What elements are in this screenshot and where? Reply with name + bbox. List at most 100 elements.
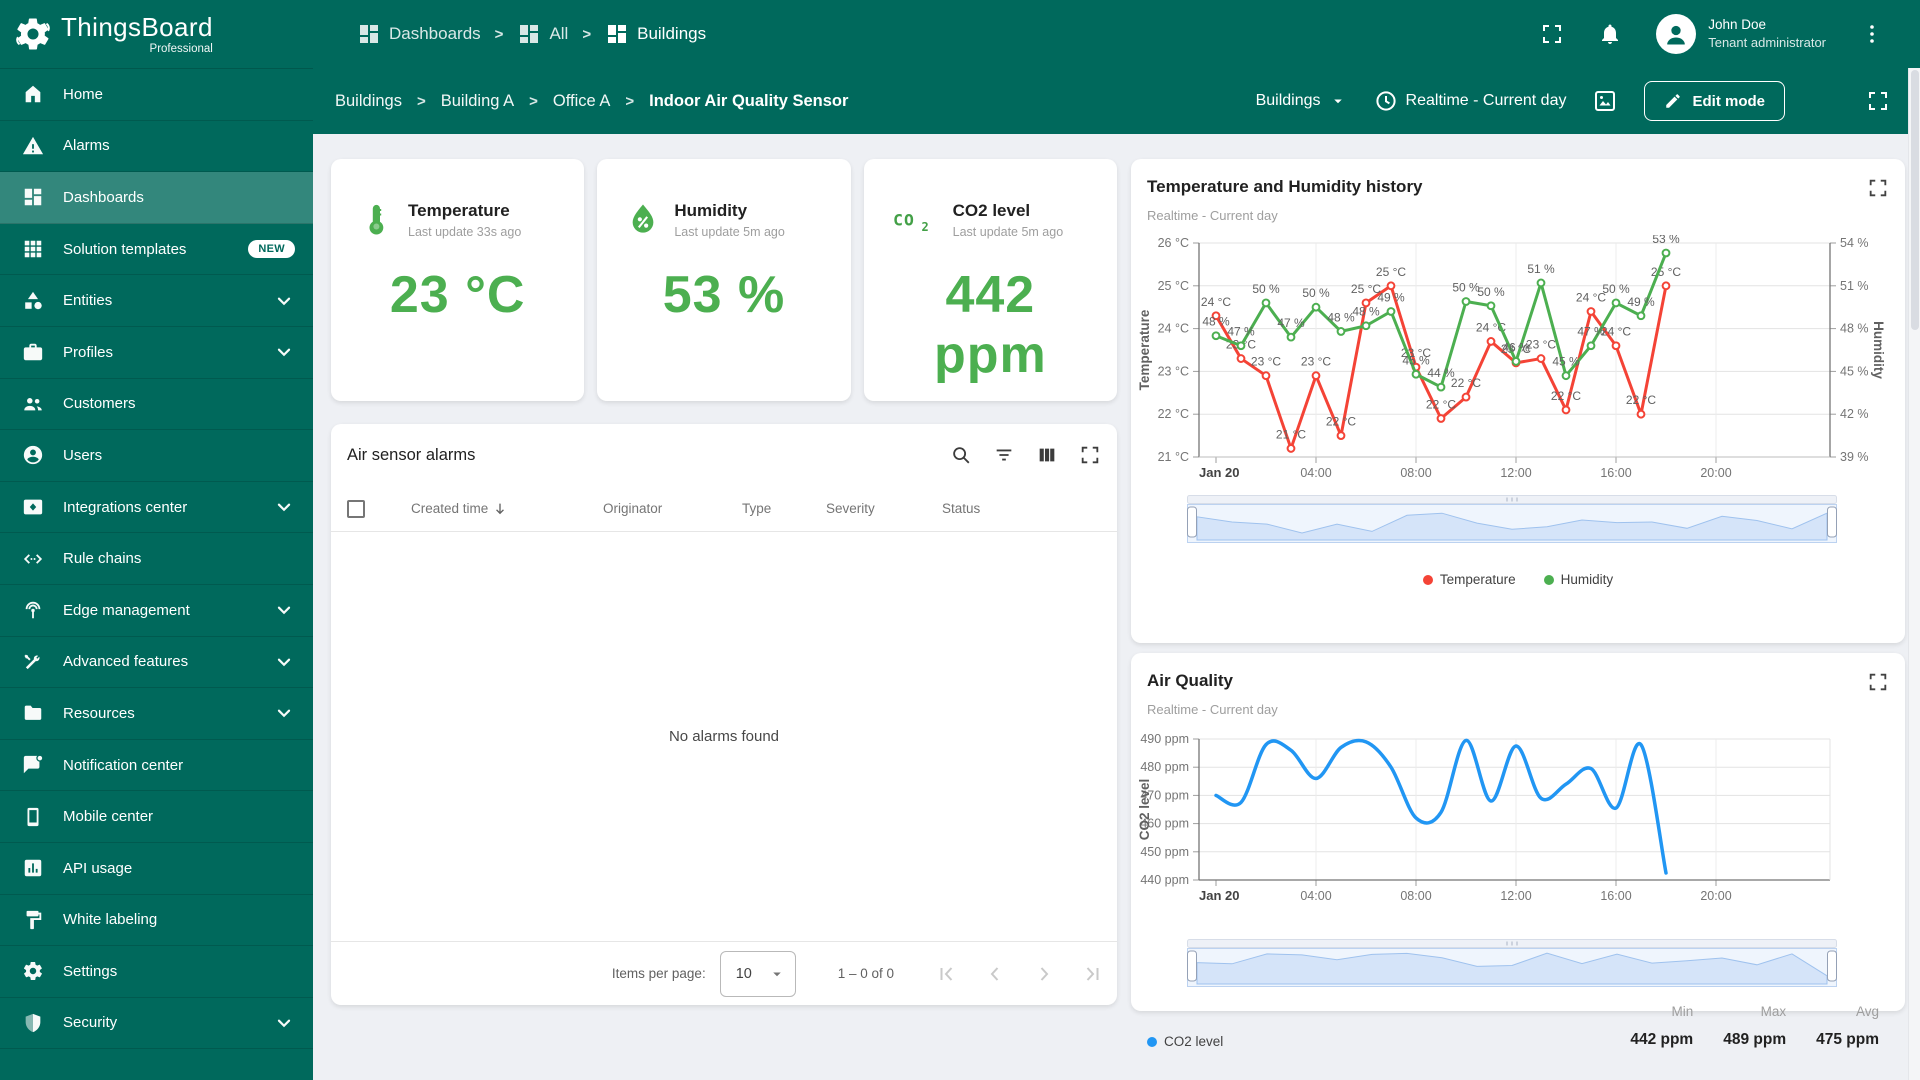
security-icon: [22, 1012, 44, 1034]
header-crumb-dashboards[interactable]: Dashboards: [357, 22, 481, 46]
columns-icon[interactable]: [1036, 444, 1058, 466]
svg-text:48 %: 48 %: [1352, 305, 1380, 319]
entity-dropdown[interactable]: Buildings: [1256, 92, 1347, 110]
svg-text:CO: CO: [893, 210, 915, 229]
history-chart-zoom-slider[interactable]: [1187, 495, 1905, 548]
sidebar-item-mobile-center[interactable]: Mobile center: [0, 791, 313, 843]
timewindow-button[interactable]: Realtime - Current day: [1374, 89, 1567, 113]
vertical-scrollbar[interactable]: [1908, 68, 1920, 1080]
sidebar-item-dashboards[interactable]: Dashboards: [0, 172, 313, 224]
sidebar-item-resources[interactable]: Resources: [0, 688, 313, 740]
sidebar-item-settings[interactable]: Settings: [0, 946, 313, 998]
sidebar-item-entities[interactable]: Entities: [0, 275, 313, 327]
column-header-status[interactable]: Status: [942, 501, 1117, 516]
alarm-icon: [22, 135, 44, 157]
scrollbar-thumb[interactable]: [1911, 70, 1919, 330]
metric-card-co2-level[interactable]: CO 2 CO2 level Last update 5m ago 442 ppm: [863, 159, 1117, 401]
sidebar-item-solution-templates[interactable]: Solution templates NEW: [0, 224, 313, 276]
mobile-center-icon: [22, 806, 44, 828]
history-chart-title: Temperature and Humidity history: [1147, 177, 1423, 196]
api-usage-icon: [22, 857, 44, 879]
fullscreen-icon[interactable]: [1866, 89, 1890, 113]
select-all-checkbox[interactable]: [347, 499, 365, 518]
first-page-icon[interactable]: [934, 962, 958, 986]
metric-card-humidity[interactable]: Humidity Last update 5m ago 53 %: [597, 159, 851, 401]
fullscreen-icon[interactable]: [1540, 22, 1564, 46]
sidebar-item-integrations-center[interactable]: Integrations center: [0, 482, 313, 534]
sidebar-item-edge-management[interactable]: Edge management: [0, 585, 313, 637]
download-icon[interactable]: [1812, 89, 1836, 113]
column-header-originator[interactable]: Originator: [603, 501, 742, 516]
sidebar-item-security[interactable]: Security: [0, 998, 313, 1050]
dashboards-icon: [517, 22, 541, 46]
sidebar-item-rule-chains[interactable]: Rule chains: [0, 533, 313, 585]
toolbar-crumb-office-a[interactable]: Office A: [553, 92, 610, 111]
edit-mode-button[interactable]: Edit mode: [1644, 81, 1785, 121]
user-menu[interactable]: John Doe Tenant administrator: [1656, 14, 1826, 54]
column-header-type[interactable]: Type: [742, 501, 826, 516]
image-icon[interactable]: [1593, 89, 1617, 113]
sidebar-item-profiles[interactable]: Profiles: [0, 327, 313, 379]
column-header-created-time[interactable]: Created time: [411, 501, 603, 517]
timewindow-label: Realtime - Current day: [1405, 92, 1567, 109]
sidebar-item-label: Alarms: [63, 137, 110, 155]
header-crumb-all[interactable]: All: [517, 22, 568, 46]
air-quality-widget: Air Quality Realtime - Current day 490 p…: [1131, 653, 1905, 1049]
sidebar-item-notification-center[interactable]: Notification center: [0, 740, 313, 792]
legend-item-humidity[interactable]: Humidity: [1543, 572, 1613, 587]
sidebar-item-customers[interactable]: Customers: [0, 379, 313, 431]
sidebar-item-api-usage[interactable]: API usage: [0, 843, 313, 895]
breadcrumb-separator: >: [416, 92, 426, 110]
toolbar-crumb-buildings[interactable]: Buildings: [335, 92, 402, 111]
svg-text:Jan 20: Jan 20: [1199, 888, 1239, 903]
sidebar-item-label: Notification center: [63, 756, 184, 774]
breadcrumb-separator: >: [494, 25, 504, 43]
metric-last-update: Last update 5m ago: [674, 225, 785, 239]
pencil-icon: [1664, 92, 1682, 110]
thingsboard-logo[interactable]: ThingsBoard Professional: [0, 14, 313, 55]
last-page-icon[interactable]: [1081, 962, 1105, 986]
toolbar-crumb-building-a[interactable]: Building A: [441, 92, 514, 111]
legend-item-temperature[interactable]: Temperature: [1422, 572, 1516, 587]
column-header-severity[interactable]: Severity: [826, 501, 942, 516]
next-page-icon[interactable]: [1032, 962, 1056, 986]
legend-item-co2-level[interactable]: CO2 level: [1147, 1034, 1223, 1049]
history-chart-legend: Temperature Humidity: [1131, 572, 1905, 587]
sidebar-item-home[interactable]: Home: [0, 69, 313, 121]
fullscreen-icon[interactable]: [1867, 177, 1889, 199]
svg-text:47 %: 47 %: [1277, 316, 1305, 330]
sidebar-item-users[interactable]: Users: [0, 430, 313, 482]
sidebar-item-white-labeling[interactable]: White labeling: [0, 895, 313, 947]
svg-text:45 %: 45 %: [1552, 355, 1580, 369]
stat-avg-value: 475 ppm: [1816, 1031, 1879, 1048]
svg-text:22 °C: 22 °C: [1158, 407, 1189, 421]
stat-min-label: Min: [1671, 1004, 1694, 1019]
sidebar-item-label: White labeling: [63, 911, 158, 929]
prev-page-icon[interactable]: [983, 962, 1007, 986]
airq-chart-title: Air Quality: [1147, 671, 1233, 690]
fullscreen-icon[interactable]: [1867, 671, 1889, 693]
avatar[interactable]: [1656, 14, 1697, 54]
metric-card-temperature[interactable]: Temperature Last update 33s ago 23 °C: [331, 159, 585, 401]
filter-icon[interactable]: [993, 444, 1015, 466]
airq-chart-legend: CO2 level: [1147, 1034, 1223, 1049]
svg-text:53 %: 53 %: [1652, 235, 1680, 246]
fullscreen-icon[interactable]: [1079, 444, 1101, 466]
new-badge: NEW: [248, 240, 295, 259]
kebab-icon[interactable]: [1860, 22, 1884, 46]
airq-chart-zoom-slider[interactable]: [1187, 939, 1905, 992]
person-icon: [1662, 20, 1690, 48]
alarms-table-header: Created time Originator Type Severity Status: [331, 486, 1117, 532]
profiles-icon: [22, 341, 44, 363]
bell-icon[interactable]: [1598, 22, 1622, 46]
sidebar-item-alarms[interactable]: Alarms: [0, 121, 313, 173]
sidebar-item-label: API usage: [63, 859, 133, 877]
sidebar-item-advanced-features[interactable]: Advanced features: [0, 637, 313, 689]
customers-icon: [22, 393, 44, 415]
svg-text:46 %: 46 %: [1502, 340, 1530, 354]
chevron-down-icon: [273, 599, 295, 621]
search-icon[interactable]: [950, 444, 972, 466]
page-size-select[interactable]: 10: [719, 950, 796, 997]
svg-text:04:00: 04:00: [1300, 889, 1331, 903]
user-role: Tenant administrator: [1708, 35, 1826, 51]
